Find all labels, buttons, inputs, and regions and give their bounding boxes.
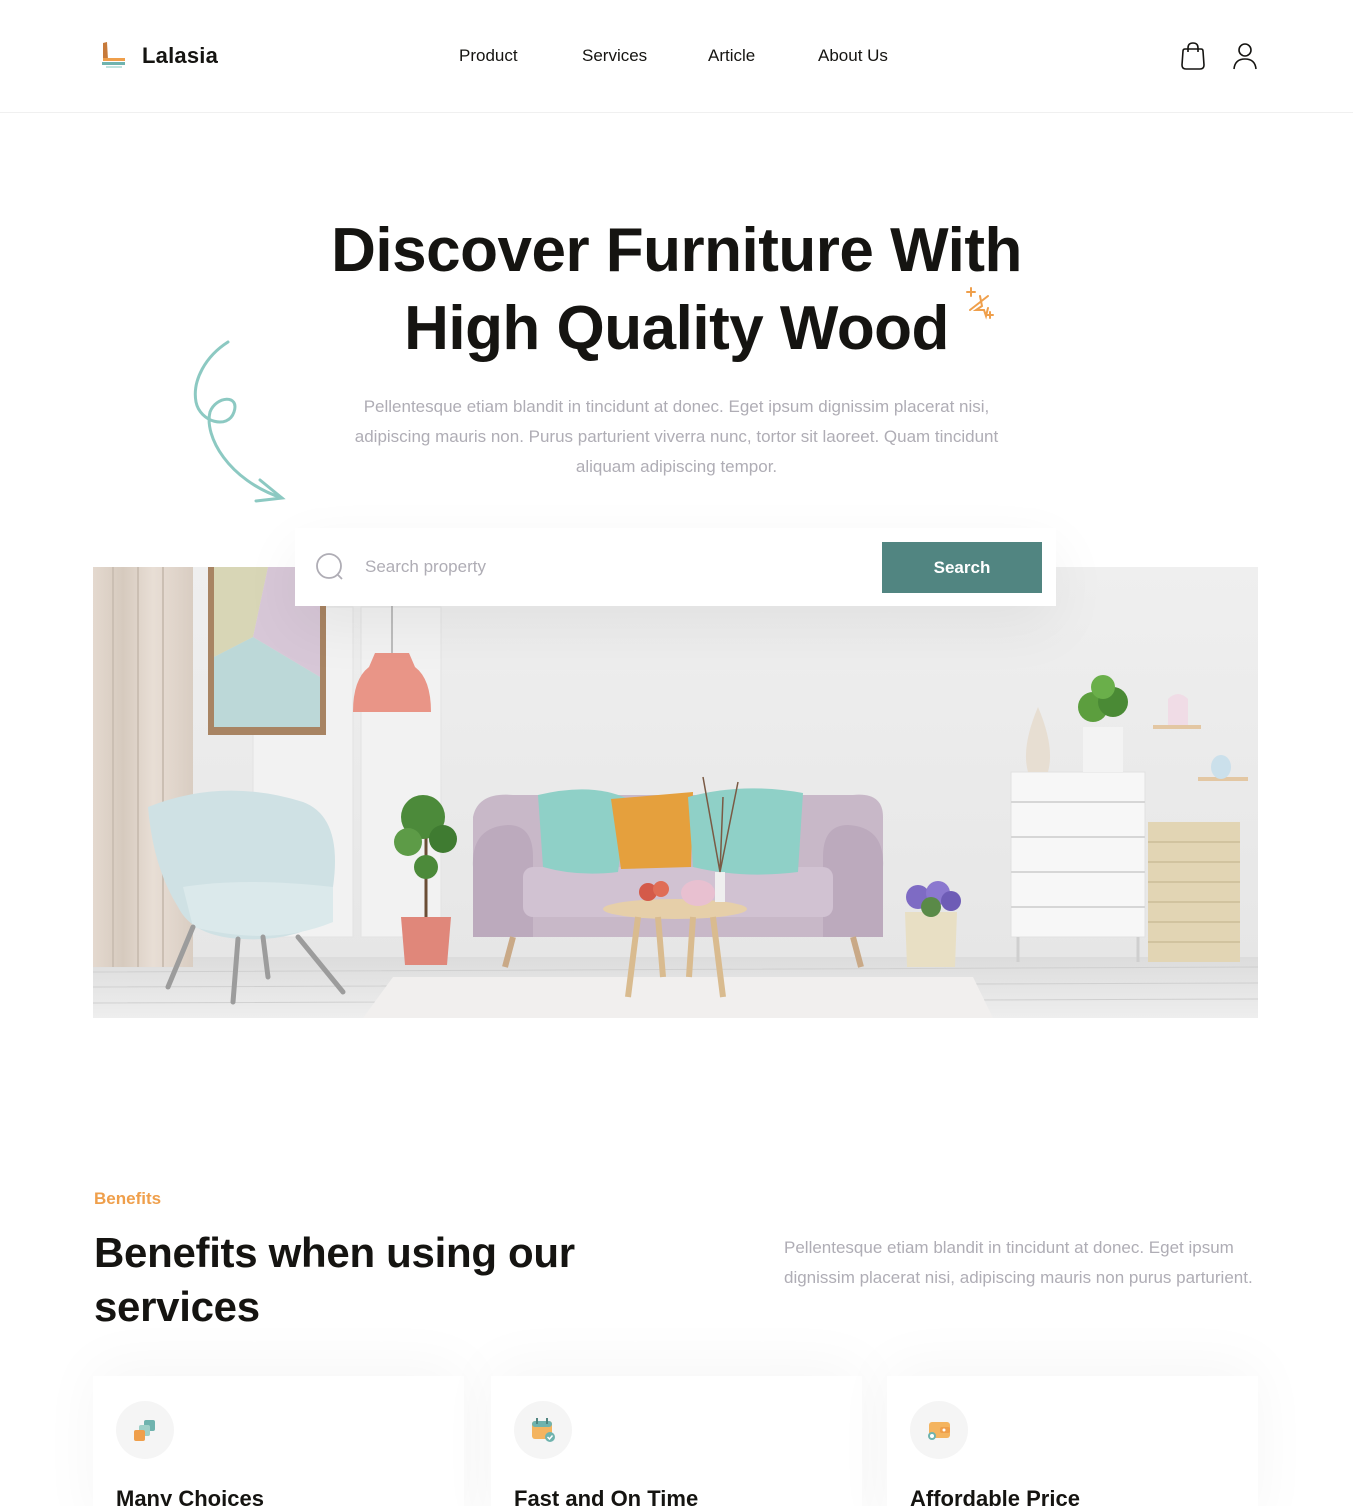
- header-actions: [1178, 40, 1260, 72]
- hero-title-line-2: High Quality Wood: [404, 294, 949, 363]
- benefit-card-title: Affordable Price: [910, 1486, 1080, 1506]
- nav-product[interactable]: Product: [459, 46, 518, 66]
- search-bar: Search: [295, 528, 1056, 606]
- hero-living-room-image: [93, 567, 1258, 1018]
- hero-title-line-1: Discover Furniture With: [331, 216, 1022, 285]
- hero-description: Pellentesque etiam blandit in tincidunt …: [354, 397, 999, 476]
- layers-icon: [134, 1420, 155, 1441]
- nav-article[interactable]: Article: [708, 46, 755, 66]
- nav-about-us[interactable]: About Us: [818, 46, 888, 66]
- search-input[interactable]: [365, 550, 845, 584]
- search-icon: [316, 553, 343, 580]
- wallet-icon: [928, 1422, 950, 1440]
- benefit-card-fast-on-time: Fast and On Time: [491, 1376, 862, 1506]
- chair-logo-icon: [102, 42, 125, 68]
- benefit-card-title: Many Choices: [116, 1486, 264, 1506]
- user-icon[interactable]: [1230, 40, 1260, 72]
- benefits-label: Benefits: [94, 1189, 162, 1208]
- benefits-description: Pellentesque etiam blandit in tincidunt …: [784, 1238, 1253, 1287]
- nav-services[interactable]: Services: [582, 46, 647, 66]
- shopping-bag-icon[interactable]: [1178, 40, 1208, 72]
- benefits-title: Benefits when using our services: [94, 1229, 575, 1330]
- site-header: Lalasia Product Services Article About U…: [0, 0, 1353, 113]
- curly-arrow-icon: [193, 340, 286, 503]
- brand-logo[interactable]: Lalasia: [98, 40, 218, 72]
- sparkle-icon: [966, 287, 994, 320]
- brand-name: Lalasia: [142, 43, 219, 68]
- benefit-icon-wrapper: [514, 1401, 572, 1459]
- benefit-card-title: Fast and On Time: [514, 1486, 699, 1506]
- benefit-card-many-choices: Many Choices: [93, 1376, 464, 1506]
- search-button[interactable]: Search: [882, 542, 1042, 593]
- benefit-icon-wrapper: [910, 1401, 968, 1459]
- benefit-icon-wrapper: [116, 1401, 174, 1459]
- benefit-card-affordable-price: Affordable Price: [887, 1376, 1258, 1506]
- calendar-check-icon: [532, 1418, 555, 1442]
